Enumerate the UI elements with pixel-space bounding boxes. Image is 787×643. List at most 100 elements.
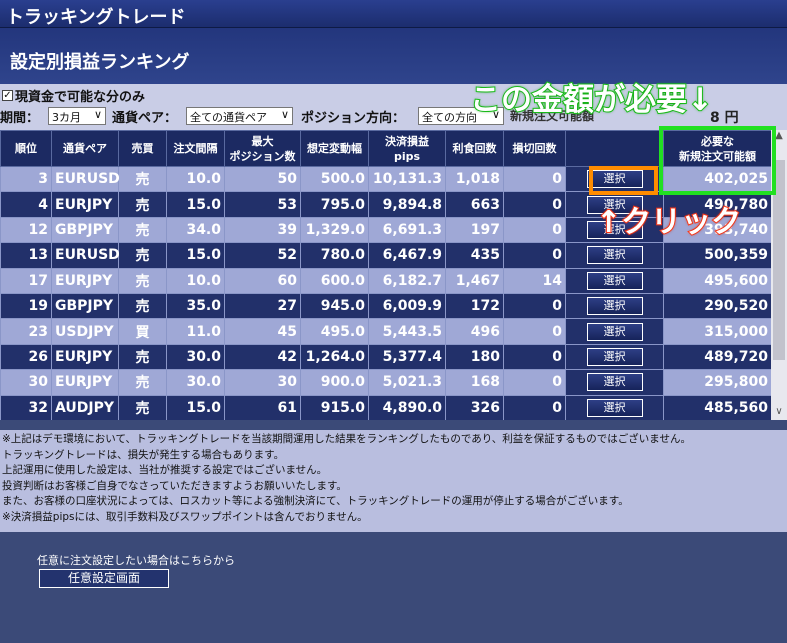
cell-stop-loss: 0 <box>503 191 566 218</box>
period-select[interactable]: 3カ月 ∨ <box>48 107 106 125</box>
note-line: 投資判断はお客様ご自身でなさっていただきますようお願いいたします。 <box>2 479 347 492</box>
chevron-down-icon: ∨ <box>93 108 102 121</box>
cell-select: 選択 <box>565 318 664 345</box>
cell-interval: 10.0 <box>166 165 225 193</box>
cell-required-amount: 315,000 <box>663 318 771 345</box>
cell-rank: 26 <box>0 343 52 371</box>
cell-side: 売 <box>118 292 167 320</box>
direction-select-value: 全ての方向 <box>422 111 477 124</box>
cell-pl-pips: 6,467.9 <box>368 242 446 269</box>
cell-take-profit: 663 <box>445 191 504 218</box>
cell-take-profit: 435 <box>445 242 504 269</box>
pair-select[interactable]: 全ての通貨ペア ∨ <box>186 107 293 125</box>
cell-rank: 17 <box>0 267 52 294</box>
note-line: ※上記はデモ環境において、トラッキングトレードを当該期間運用した結果をランキング… <box>2 433 691 445</box>
cell-side: 売 <box>118 165 167 193</box>
cell-take-profit: 1,467 <box>445 267 504 294</box>
cell-take-profit: 180 <box>445 343 504 371</box>
cell-pair: EURUSD <box>51 242 120 269</box>
cell-range: 945.0 <box>300 292 369 320</box>
cell-required-amount: 295,800 <box>663 369 771 396</box>
cell-side: 売 <box>118 242 167 269</box>
cell-pair: EURJPY <box>51 191 119 218</box>
cell-select: 選択 <box>565 394 664 420</box>
custom-settings-button[interactable]: 任意設定画面 <box>39 569 169 588</box>
cell-pair: GBPJPY <box>51 216 119 244</box>
cell-interval: 34.0 <box>166 216 225 244</box>
cash-only-toggle[interactable]: ✓ 現資金で可能な分のみ <box>2 86 145 105</box>
cell-pl-pips: 6,182.7 <box>368 267 446 294</box>
cell-pl-pips: 4,890.0 <box>368 394 446 420</box>
select-button[interactable]: 選択 <box>586 347 643 366</box>
chevron-down-icon: ∨ <box>280 108 289 121</box>
select-button[interactable]: 選択 <box>586 246 643 265</box>
cell-max-positions: 50 <box>224 165 301 193</box>
table-row: 32 AUDJPY 売 15.0 61 915.0 4,890.0 326 0 選択 485,560 <box>0 394 771 420</box>
table-row: 26 EURJPY 売 30.0 42 1,264.0 5,377.4 180 0 選択 489,7… <box>0 343 771 371</box>
cell-max-positions: 39 <box>224 216 301 244</box>
cell-stop-loss: 0 <box>503 216 566 244</box>
cash-only-label: 現資金で可能な分のみ <box>15 90 146 105</box>
cell-stop-loss: 0 <box>503 369 566 396</box>
cell-interval: 15.0 <box>166 394 225 420</box>
cell-required-amount: 489,720 <box>663 343 771 371</box>
cell-side: 買 <box>118 318 167 345</box>
select-button[interactable]: 選択 <box>586 297 643 316</box>
select-button[interactable]: 選択 <box>586 271 643 290</box>
cell-interval: 11.0 <box>166 318 225 345</box>
select-button[interactable]: 選択 <box>586 398 643 417</box>
select-button[interactable]: 選択 <box>586 322 643 341</box>
select-button[interactable]: 選択 <box>586 373 643 392</box>
cell-pair: USDJPY <box>51 318 119 345</box>
cell-pair: AUDJPY <box>51 394 119 420</box>
cell-take-profit: 496 <box>445 318 504 345</box>
cell-select: 選択 <box>565 343 664 371</box>
col-select <box>565 130 664 167</box>
cell-max-positions: 27 <box>224 292 301 320</box>
cell-side: 売 <box>118 369 167 396</box>
cell-max-positions: 45 <box>224 318 301 345</box>
cell-max-positions: 53 <box>224 191 301 218</box>
cell-stop-loss: 0 <box>503 292 566 320</box>
cell-rank: 12 <box>0 216 52 244</box>
cell-pl-pips: 10,131.3 <box>368 165 446 193</box>
cell-side: 売 <box>118 343 167 371</box>
checkbox-checked-icon[interactable]: ✓ <box>2 90 13 101</box>
cell-rank: 23 <box>0 318 52 345</box>
period-label: 期間： <box>0 111 40 126</box>
cell-interval: 15.0 <box>166 191 225 218</box>
cell-pl-pips: 6,691.3 <box>368 216 446 244</box>
cell-select: 選択 <box>565 242 664 269</box>
note-line: また、お客様の口座状況によっては、ロスカット等による強制決済にて、トラッキングト… <box>2 495 629 507</box>
cell-side: 売 <box>118 267 167 294</box>
direction-label: ポジション方向： <box>301 111 406 126</box>
cell-rank: 4 <box>0 191 52 218</box>
cell-select: 選択 <box>565 267 664 294</box>
page-title: 設定別損益ランキング <box>10 52 190 73</box>
cell-pair: EURJPY <box>51 267 119 294</box>
table-header-row: 順位 通貨ペア 売買 注文間隔 最大 ポジション数 想定変動幅 決済損益 pip… <box>0 130 771 167</box>
cell-rank: 19 <box>0 292 52 320</box>
col-side: 売買 <box>118 130 167 167</box>
cell-range: 500.0 <box>300 165 369 193</box>
col-max-positions: 最大 ポジション数 <box>224 130 301 167</box>
cell-take-profit: 197 <box>445 216 504 244</box>
scroll-down-icon[interactable]: ∨ <box>771 406 787 420</box>
note-line: トラッキングトレードは、損失が発生する場合もあります。 <box>2 448 285 461</box>
cell-pl-pips: 5,021.3 <box>368 369 446 396</box>
cell-pl-pips: 5,377.4 <box>368 343 446 371</box>
cell-pl-pips: 5,443.5 <box>368 318 446 345</box>
cell-rank: 3 <box>0 165 52 193</box>
cell-stop-loss: 0 <box>503 242 566 269</box>
cell-interval: 15.0 <box>166 242 225 269</box>
cell-required-amount: 495,600 <box>663 267 771 294</box>
cell-pair: GBPJPY <box>51 292 119 320</box>
col-interval: 注文間隔 <box>166 130 225 167</box>
table-row: 23 USDJPY 買 11.0 45 495.0 5,443.5 496 0 選択 315,000 <box>0 318 771 345</box>
app-title: トラッキングトレード <box>6 7 186 28</box>
highlight-box-amount <box>659 126 776 195</box>
table-row: 19 GBPJPY 売 35.0 27 945.0 6,009.9 172 0 選択 290,520 <box>0 292 771 320</box>
cell-required-amount: 500,359 <box>663 242 771 269</box>
cell-range: 1,264.0 <box>300 343 369 371</box>
cell-max-positions: 52 <box>224 242 301 269</box>
